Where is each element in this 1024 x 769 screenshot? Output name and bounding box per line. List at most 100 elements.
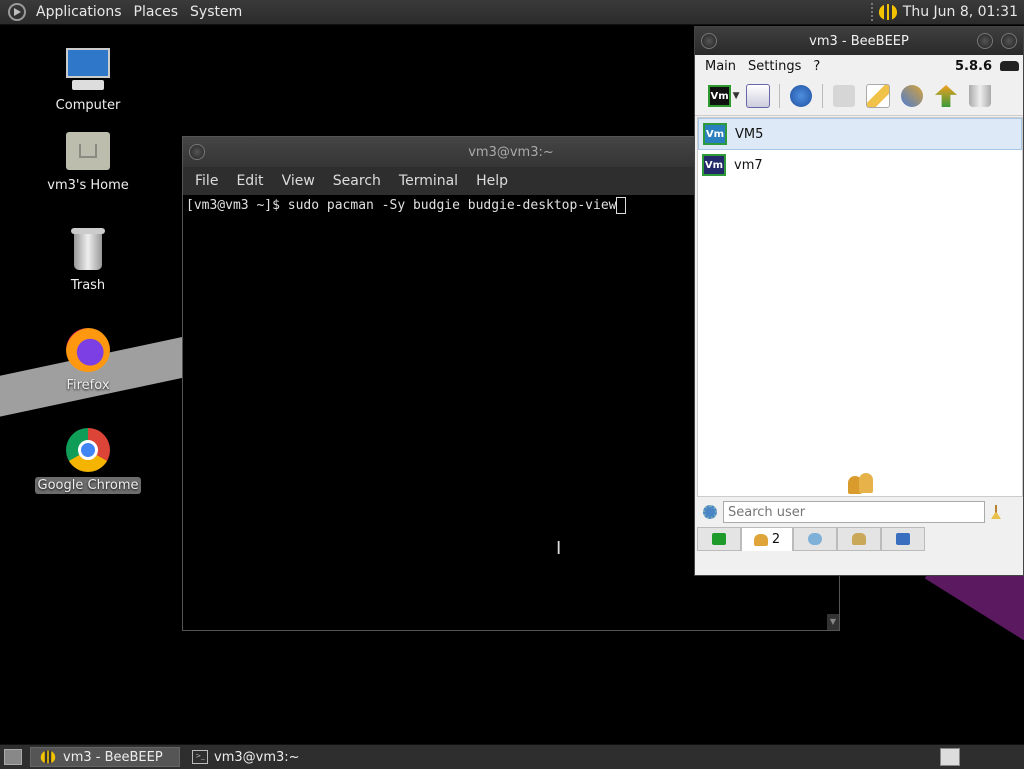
tab-chats[interactable]	[793, 527, 837, 551]
shell-prompt: [vm3@vm3 ~]$	[186, 198, 288, 213]
taskbar-item-terminal[interactable]: >_ vm3@vm3:~	[184, 747, 334, 767]
menu-applications[interactable]: Applications	[32, 4, 130, 20]
search-user-input[interactable]	[723, 501, 985, 523]
terminal-menu-search[interactable]: Search	[325, 173, 389, 189]
beebeep-titlebar[interactable]: vm3 - BeeBEEP	[695, 27, 1023, 55]
terminal-menu-terminal[interactable]: Terminal	[391, 173, 466, 189]
tab-home[interactable]	[697, 527, 741, 551]
groups-icon	[852, 533, 866, 545]
beebeep-menu-help[interactable]: ?	[807, 59, 826, 74]
computer-icon	[64, 46, 112, 94]
user-name: vm7	[734, 157, 763, 173]
trash-icon	[64, 226, 112, 274]
terminal-menu-view[interactable]: View	[274, 173, 323, 189]
beebeep-window[interactable]: vm3 - BeeBEEP Main Settings ? 5.8.6 Vm ▼ …	[694, 26, 1024, 576]
desktop-icon-label: Trash	[70, 278, 106, 293]
scroll-down-arrow-icon[interactable]: ▼	[827, 614, 839, 630]
desktop-icon-label: vm3's Home	[47, 178, 129, 193]
tools-icon	[901, 85, 923, 107]
gear-icon[interactable]	[703, 505, 717, 519]
update-button[interactable]	[931, 81, 961, 111]
show-desktop-icon[interactable]	[4, 749, 22, 765]
panel-tray: Thu Jun 8, 01:31	[870, 3, 1024, 21]
user-avatar-icon: Vm	[702, 154, 726, 176]
users-count: 2	[771, 532, 781, 547]
bottom-panel: vm3 - BeeBEEP >_ vm3@vm3:~	[0, 744, 1024, 769]
chat-bubbles-icon	[808, 533, 822, 545]
menu-places[interactable]: Places	[130, 4, 187, 20]
toolbar-separator	[779, 84, 780, 108]
desktop-icon-firefox[interactable]: Firefox	[28, 326, 148, 393]
desktop-icon-chrome[interactable]: Google Chrome	[28, 426, 148, 494]
clock[interactable]: Thu Jun 8, 01:31	[903, 4, 1018, 20]
minimize-button[interactable]	[977, 33, 993, 49]
network-broadcast-icon	[790, 85, 812, 107]
toolbar-separator	[822, 84, 823, 108]
my-status-button[interactable]: Vm ▼	[708, 81, 740, 111]
shell-command: sudo pacman -Sy budgie budgie-desktop-vi…	[287, 198, 617, 213]
clear-button[interactable]	[965, 81, 995, 111]
linux-tux-icon	[1000, 61, 1019, 71]
vcard-edit-icon	[746, 84, 770, 108]
terminal-menu-help[interactable]: Help	[468, 173, 516, 189]
desktop-icon-label: Computer	[55, 98, 121, 113]
beebeep-toolbar: Vm ▼	[695, 77, 1023, 116]
vm-avatar-icon: Vm	[708, 85, 731, 107]
beebeep-app-icon	[40, 750, 56, 764]
edit-profile-button[interactable]	[743, 81, 773, 111]
desktop-icon-home[interactable]: vm3's Home	[28, 126, 148, 193]
beebeep-menubar: Main Settings ? 5.8.6	[695, 55, 1023, 77]
terminal-title: vm3@vm3:~	[468, 144, 554, 160]
maximize-button[interactable]	[1001, 33, 1017, 49]
desktop-icon-label: Google Chrome	[34, 477, 142, 494]
chevron-down-icon: ▼	[732, 91, 740, 101]
terminal-app-icon: >_	[192, 750, 208, 764]
home-screen-icon	[712, 533, 726, 545]
ibeam-cursor-icon: I	[556, 538, 562, 559]
taskbar-item-label: vm3@vm3:~	[214, 749, 300, 765]
window-menu-button[interactable]	[189, 144, 205, 160]
user-row-vm7[interactable]: Vm vm7	[698, 150, 1022, 180]
plugins-button[interactable]	[897, 81, 927, 111]
taskbar-item-label: vm3 - BeeBEEP	[63, 749, 163, 765]
terminal-menu-edit[interactable]: Edit	[228, 173, 271, 189]
panel-separator	[870, 3, 873, 21]
beebeep-tray-icon[interactable]	[878, 4, 897, 20]
home-folder-icon	[64, 126, 112, 174]
beebeep-menu-main[interactable]: Main	[699, 59, 742, 74]
taskbar-item-beebeep[interactable]: vm3 - BeeBEEP	[30, 747, 180, 767]
users-group-icon	[846, 470, 876, 494]
tab-files[interactable]	[881, 527, 925, 551]
send-file-button[interactable]	[829, 81, 859, 111]
trash-icon	[969, 85, 991, 107]
version-label: 5.8.6	[943, 59, 1023, 74]
update-arrow-icon	[935, 85, 957, 107]
desktop-icon-computer[interactable]: Computer	[28, 46, 148, 113]
firefox-icon	[64, 326, 112, 374]
clear-search-broom-icon[interactable]	[991, 505, 1001, 519]
network-button[interactable]	[786, 81, 816, 111]
write-message-button[interactable]	[863, 81, 893, 111]
menu-system[interactable]: System	[186, 4, 250, 20]
top-panel: Applications Places System Thu Jun 8, 01…	[0, 0, 1024, 25]
workspace-switcher-icon[interactable]	[940, 748, 960, 766]
text-cursor	[616, 197, 627, 214]
terminal-menu-file[interactable]: File	[187, 173, 226, 189]
user-list[interactable]: Vm VM5 Vm vm7	[697, 117, 1023, 497]
desktop-icon-trash[interactable]: Trash	[28, 226, 148, 293]
beebeep-tabs: 2	[697, 527, 1021, 551]
tab-users[interactable]: 2	[741, 527, 793, 551]
applications-logo-icon[interactable]	[8, 3, 26, 21]
tab-groups[interactable]	[837, 527, 881, 551]
desktop-icon-label: Firefox	[66, 378, 110, 393]
beebeep-title: vm3 - BeeBEEP	[809, 33, 909, 49]
user-name: VM5	[735, 126, 764, 142]
users-icon	[753, 533, 768, 546]
files-icon	[896, 533, 910, 545]
chrome-icon	[64, 426, 112, 474]
window-menu-button[interactable]	[701, 33, 717, 49]
search-row	[697, 499, 1021, 525]
beebeep-menu-settings[interactable]: Settings	[742, 59, 807, 74]
user-row-vm5[interactable]: Vm VM5	[698, 118, 1022, 150]
user-avatar-icon: Vm	[703, 123, 727, 145]
